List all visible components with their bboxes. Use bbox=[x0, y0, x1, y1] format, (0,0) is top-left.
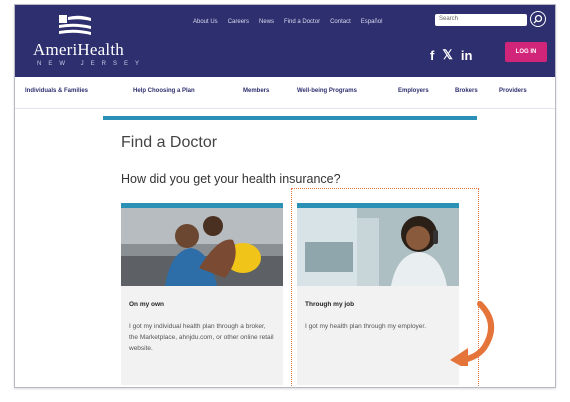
flag-logo-icon bbox=[59, 15, 91, 35]
page-title: Find a Doctor bbox=[121, 134, 218, 151]
curved-arrow-icon bbox=[450, 301, 494, 366]
nav-employers[interactable]: Employers bbox=[398, 88, 429, 94]
logo-wordmark[interactable]: AmeriHealth bbox=[33, 40, 124, 60]
social-links: f 𝕏 in bbox=[430, 47, 472, 63]
nav-news[interactable]: News bbox=[259, 19, 274, 25]
nav-find-a-doctor[interactable]: Find a Doctor bbox=[284, 19, 320, 25]
nav-individuals-families[interactable]: Individuals & Families bbox=[25, 88, 88, 94]
nav-members[interactable]: Members bbox=[243, 88, 269, 94]
couple-photo bbox=[121, 208, 283, 286]
insurance-question: How did you get your health insurance? bbox=[121, 172, 341, 186]
login-button[interactable]: LOG IN bbox=[505, 42, 547, 62]
search-icon bbox=[533, 14, 543, 24]
nav-brokers[interactable]: Brokers bbox=[455, 88, 478, 94]
card-description: I got my individual health plan through … bbox=[129, 323, 274, 352]
facebook-icon[interactable]: f bbox=[430, 48, 434, 63]
main-nav: Individuals & Families Help Choosing a P… bbox=[15, 77, 555, 109]
nav-about-us[interactable]: About Us bbox=[193, 19, 218, 25]
nav-providers[interactable]: Providers bbox=[499, 88, 527, 94]
card-title: On my own bbox=[129, 301, 165, 308]
card-on-my-own[interactable]: On my own I got my individual health pla… bbox=[121, 203, 283, 385]
nav-help-choosing-plan[interactable]: Help Choosing a Plan bbox=[133, 88, 195, 94]
twitter-icon[interactable]: 𝕏 bbox=[442, 47, 452, 63]
utility-nav: About Us Careers News Find a Doctor Cont… bbox=[193, 19, 382, 25]
nav-careers[interactable]: Careers bbox=[228, 19, 249, 25]
nav-contact[interactable]: Contact bbox=[330, 19, 351, 25]
nav-well-being-programs[interactable]: Well-being Programs bbox=[297, 88, 357, 94]
accent-bar bbox=[103, 116, 477, 120]
logo-subtitle: NEW JERSEY bbox=[37, 61, 147, 67]
search-input[interactable]: Search bbox=[435, 14, 527, 26]
linkedin-icon[interactable]: in bbox=[461, 48, 473, 63]
site-header: AmeriHealth NEW JERSEY About Us Careers … bbox=[15, 5, 555, 77]
search-button[interactable] bbox=[530, 11, 546, 27]
nav-espanol[interactable]: Español bbox=[361, 19, 383, 25]
